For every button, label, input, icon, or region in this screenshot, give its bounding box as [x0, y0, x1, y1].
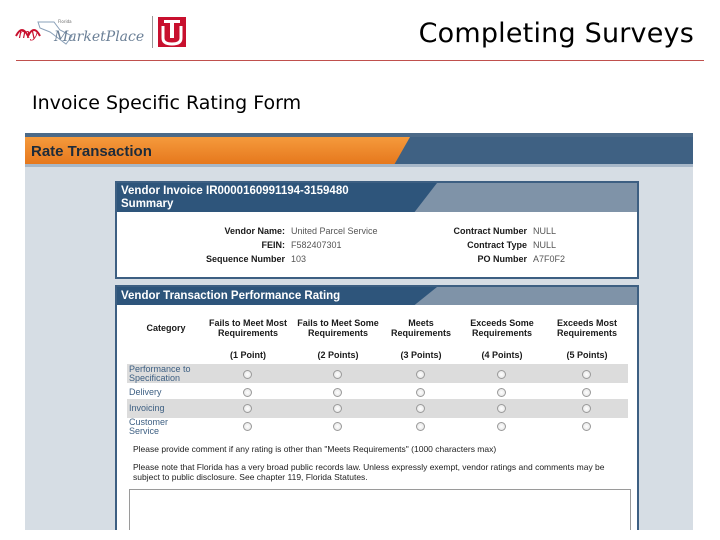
vendor-name-value: United Parcel Service — [291, 226, 378, 236]
public-records-notice: Please note that Florida has a very broa… — [133, 462, 605, 482]
radio-performance-4[interactable] — [497, 370, 506, 379]
title-divider — [16, 60, 704, 61]
svg-text:my: my — [18, 27, 38, 42]
comment-textarea[interactable] — [129, 489, 631, 530]
radio-performance-5[interactable] — [582, 370, 591, 379]
invoice-summary-panel: Vendor Invoice IR0000160991194-3159480 S… — [115, 181, 639, 279]
radio-customer-service-3[interactable] — [416, 422, 425, 431]
radio-delivery-5[interactable] — [582, 388, 591, 397]
points-label-3: (3 Points) — [400, 350, 442, 360]
column-header-1: Fails to Meet Most Requirements — [208, 318, 287, 338]
column-header-3: Meets Requirements — [390, 318, 452, 338]
radio-performance-2[interactable] — [333, 370, 342, 379]
myfloridamarketplace-logo: my MarketPlace Florida — [15, 16, 186, 48]
radio-invoicing-1[interactable] — [243, 404, 252, 413]
contract-type-label: Contract Type — [467, 240, 527, 250]
radio-delivery-1[interactable] — [243, 388, 252, 397]
category-column-header: Category — [146, 323, 186, 333]
sequence-number-label: Sequence Number — [205, 254, 285, 264]
vendor-name-field: Vendor Name: United Parcel Service — [151, 226, 378, 236]
sequence-number-field: Sequence Number 103 — [151, 254, 306, 264]
fein-field: FEIN: F582407301 — [151, 240, 342, 250]
po-number-value: A7F0F2 — [533, 254, 566, 264]
contract-number-field: Contract Number NULL — [417, 226, 556, 236]
radio-customer-service-4[interactable] — [497, 422, 506, 431]
fein-value: F582407301 — [291, 240, 342, 250]
points-label-5: (5 Points) — [566, 350, 608, 360]
po-number-label: PO Number — [477, 254, 527, 264]
radio-invoicing-4[interactable] — [497, 404, 506, 413]
radio-invoicing-5[interactable] — [582, 404, 591, 413]
rate-transaction-header: Rate Transaction — [25, 137, 693, 164]
radio-invoicing-2[interactable] — [333, 404, 342, 413]
invoice-summary-subtitle: Summary — [121, 198, 174, 210]
radio-performance-1[interactable] — [243, 370, 252, 379]
performance-rating-panel: Vendor Transaction Performance Rating Ca… — [115, 285, 639, 530]
points-label-4: (4 Points) — [481, 350, 523, 360]
column-header-4: Exceeds Some Requirements — [470, 318, 534, 338]
contract-number-value: NULL — [533, 226, 557, 236]
points-label-2: (2 Points) — [317, 350, 359, 360]
rate-transaction-tab: Rate Transaction — [25, 137, 410, 164]
row-label-customer-service: Customer Service — [129, 417, 169, 436]
slide-subtitle: Invoice Specific Rating Form — [32, 92, 302, 114]
comment-instructions: Please provide comment if any rating is … — [133, 444, 497, 454]
table-row — [127, 399, 628, 418]
points-label-1: (1 Point) — [230, 350, 266, 360]
radio-delivery-3[interactable] — [416, 388, 425, 397]
sequence-number-value: 103 — [291, 254, 307, 264]
po-number-field: PO Number A7F0F2 — [417, 254, 565, 264]
radio-invoicing-3[interactable] — [416, 404, 425, 413]
svg-text:MarketPlace: MarketPlace — [53, 29, 144, 45]
rate-transaction-title: Rate Transaction — [31, 143, 152, 160]
svg-text:Florida: Florida — [58, 19, 72, 24]
radio-customer-service-5[interactable] — [582, 422, 591, 431]
column-header-2: Fails to Meet Some Requirements — [297, 318, 379, 338]
performance-rating-header: Vendor Transaction Performance Rating — [117, 287, 437, 305]
column-header-5: Exceeds Most Requirements — [556, 318, 618, 338]
slide-title: Completing Surveys — [418, 18, 694, 49]
fein-label: FEIN: — [261, 240, 286, 250]
radio-delivery-4[interactable] — [497, 388, 506, 397]
contract-type-value: NULL — [533, 240, 557, 250]
invoice-summary-header: Vendor Invoice IR0000160991194-3159480 S… — [117, 183, 437, 212]
rate-transaction-screen: Rate Transaction Vendor Invoice IR000016… — [25, 133, 693, 530]
invoice-summary-title: Vendor Invoice IR0000160991194-3159480 — [121, 185, 349, 197]
row-label-performance: Performance to Specification — [129, 364, 191, 383]
radio-delivery-2[interactable] — [333, 388, 342, 397]
header-stripe — [25, 164, 693, 167]
radio-customer-service-1[interactable] — [243, 422, 252, 431]
contract-type-field: Contract Type NULL — [417, 240, 556, 250]
row-label-invoicing: Invoicing — [129, 403, 165, 413]
performance-rating-title: Vendor Transaction Performance Rating — [121, 290, 341, 302]
radio-customer-service-2[interactable] — [333, 422, 342, 431]
radio-performance-3[interactable] — [416, 370, 425, 379]
row-label-delivery: Delivery — [129, 387, 162, 397]
vendor-name-label: Vendor Name: — [224, 226, 285, 236]
contract-number-label: Contract Number — [453, 226, 527, 236]
